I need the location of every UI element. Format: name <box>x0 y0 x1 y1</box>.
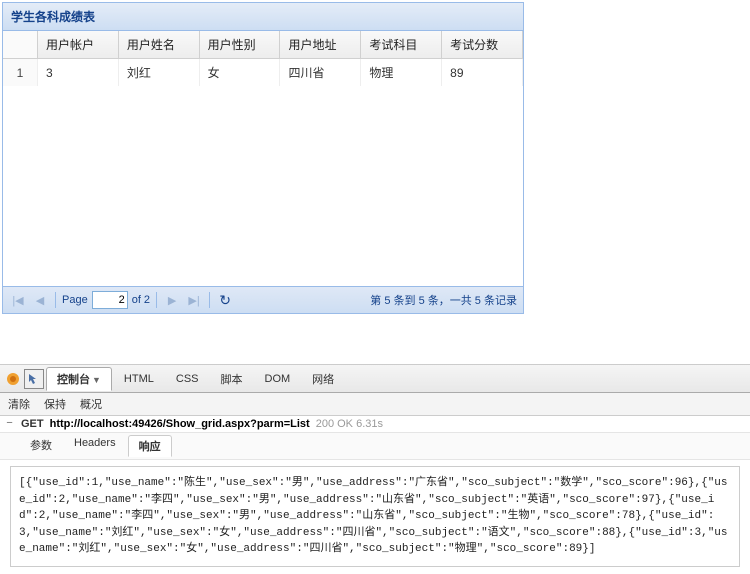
separator <box>55 292 56 308</box>
request-row[interactable]: − GET http://localhost:49426/Show_grid.a… <box>0 416 750 433</box>
request-subtabs: 参数 Headers 响应 <box>0 433 750 460</box>
prev-page-button[interactable]: ◀ <box>31 291 49 309</box>
grid-empty-area <box>3 86 523 286</box>
cell-subject: 物理 <box>361 59 442 87</box>
firebug-icon[interactable] <box>4 370 22 388</box>
header-row: 用户帐户 用户姓名 用户性别 用户地址 考试科目 考试分数 <box>3 31 523 59</box>
collapse-toggle-icon[interactable]: − <box>4 418 15 430</box>
cell-sex: 女 <box>199 59 280 87</box>
paging-toolbar: |◀ ◀ Page of 2 ▶ ▶| ↻ 第 5 条到 5 条，一共 5 条记… <box>3 286 523 313</box>
tab-console[interactable]: 控制台▼ <box>46 367 112 391</box>
profile-button[interactable]: 概况 <box>80 396 102 412</box>
separator <box>156 292 157 308</box>
tab-script[interactable]: 脚本 <box>211 368 253 390</box>
col-score[interactable]: 考试分数 <box>442 31 523 59</box>
panel-title: 学生各科成绩表 <box>3 3 523 31</box>
paging-status: 第 5 条到 5 条，一共 5 条记录 <box>370 292 517 308</box>
devtools-tabs: 控制台▼ HTML CSS 脚本 DOM 网络 <box>0 365 750 393</box>
subtab-headers[interactable]: Headers <box>64 435 126 457</box>
dropdown-arrow-icon: ▼ <box>92 375 101 385</box>
page-of-text: of 2 <box>132 294 150 306</box>
next-page-button[interactable]: ▶ <box>163 291 181 309</box>
col-address[interactable]: 用户地址 <box>280 31 361 59</box>
col-subject[interactable]: 考试科目 <box>361 31 442 59</box>
table-row[interactable]: 1 3 刘红 女 四川省 物理 89 <box>3 59 523 87</box>
clear-button[interactable]: 清除 <box>8 396 30 412</box>
page-label: Page <box>62 294 88 306</box>
persist-button[interactable]: 保持 <box>44 396 66 412</box>
data-grid: 用户帐户 用户姓名 用户性别 用户地址 考试科目 考试分数 1 3 刘红 女 四… <box>3 31 523 286</box>
request-status: 200 OK 6.31s <box>316 418 383 430</box>
subtab-response[interactable]: 响应 <box>128 435 172 457</box>
col-account[interactable]: 用户帐户 <box>38 31 119 59</box>
page-input[interactable] <box>92 291 128 309</box>
grid-panel: 学生各科成绩表 用户帐户 用户姓名 用户性别 用户地址 考试科目 考试分数 1 … <box>2 2 524 314</box>
request-url: http://localhost:49426/Show_grid.aspx?pa… <box>50 418 310 430</box>
col-sex[interactable]: 用户性别 <box>199 31 280 59</box>
cell-address: 四川省 <box>280 59 361 87</box>
cell-account: 3 <box>38 59 119 87</box>
refresh-button[interactable]: ↻ <box>216 291 234 309</box>
tab-net[interactable]: 网络 <box>302 368 344 390</box>
last-page-button[interactable]: ▶| <box>185 291 203 309</box>
row-number: 1 <box>3 59 38 87</box>
tab-dom[interactable]: DOM <box>255 370 301 388</box>
subtab-params[interactable]: 参数 <box>20 435 62 457</box>
cell-name: 刘红 <box>118 59 199 87</box>
rownum-header <box>3 31 38 59</box>
devtools-toolbar: 清除 保持 概况 <box>0 393 750 416</box>
tab-css[interactable]: CSS <box>166 370 209 388</box>
tab-html[interactable]: HTML <box>114 370 164 388</box>
col-name[interactable]: 用户姓名 <box>118 31 199 59</box>
first-page-button[interactable]: |◀ <box>9 291 27 309</box>
request-method: GET <box>21 418 44 430</box>
separator <box>209 292 210 308</box>
response-body[interactable]: [{"use_id":1,"use_name":"陈生","use_sex":"… <box>10 466 740 567</box>
inspect-button[interactable] <box>24 369 44 389</box>
devtools-panel: 控制台▼ HTML CSS 脚本 DOM 网络 清除 保持 概况 − GET h… <box>0 364 750 567</box>
cell-score: 89 <box>442 59 523 87</box>
